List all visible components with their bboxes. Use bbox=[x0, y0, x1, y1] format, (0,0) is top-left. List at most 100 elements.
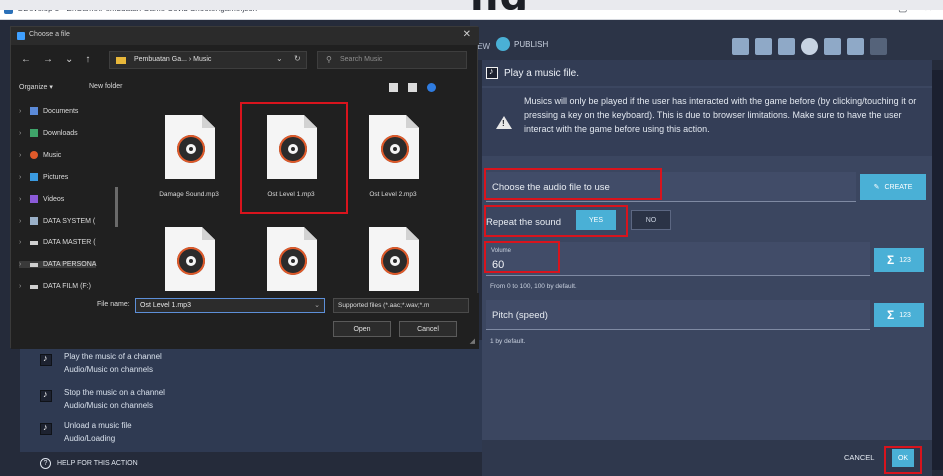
file-name: Damage Sound.mp3 bbox=[159, 191, 219, 198]
sidebar-item-data-persona[interactable]: › DATA PERSONA bbox=[19, 261, 97, 268]
pitch-hint: 1 by default. bbox=[490, 338, 526, 345]
sidebar-item-music[interactable]: › Music bbox=[19, 151, 61, 159]
volume-field[interactable]: Volume 60 bbox=[486, 242, 870, 276]
sidebar-item-videos[interactable]: › Videos bbox=[19, 195, 64, 203]
cancel-button[interactable]: CANCEL bbox=[844, 453, 874, 462]
volume-expression-button[interactable]: Σ 123 bbox=[874, 248, 924, 272]
resize-grip-icon[interactable]: ◢ bbox=[470, 337, 475, 345]
sidebar-item-data-system[interactable]: › DATA SYSTEM ( bbox=[19, 217, 95, 225]
file-name: Ost Level 1.mp3 bbox=[267, 191, 315, 198]
browser-limitation-warning: ! Musics will only be played if the user… bbox=[482, 88, 932, 156]
folder-icon bbox=[116, 57, 126, 64]
forward-icon[interactable]: → bbox=[43, 54, 53, 65]
cancel-file-button[interactable]: Cancel bbox=[399, 321, 457, 337]
create-label: CREATE bbox=[884, 183, 913, 191]
search-input[interactable]: ⚲ Search Music bbox=[317, 51, 467, 69]
file-type-value: Supported files (*.aac;*.wav;*.m bbox=[338, 302, 430, 309]
expression-label: 123 bbox=[899, 256, 911, 264]
list-item[interactable]: Unload a music file Audio/Loading bbox=[40, 419, 132, 445]
add-icon[interactable] bbox=[801, 38, 818, 55]
music-icon bbox=[486, 66, 498, 79]
publish-label: PUBLISH bbox=[514, 39, 549, 49]
action-footer: CANCEL OK bbox=[482, 440, 932, 476]
organize-button[interactable]: Organize ▾ bbox=[19, 83, 53, 91]
recent-locations-icon[interactable]: ⌄ bbox=[65, 54, 73, 65]
object-groups-icon[interactable] bbox=[755, 38, 772, 55]
new-folder-button[interactable]: New folder bbox=[89, 83, 122, 90]
help-icon[interactable] bbox=[427, 83, 436, 92]
editor-scrollbar[interactable] bbox=[931, 70, 943, 470]
file-item[interactable] bbox=[243, 223, 339, 293]
list-item-category: Audio/Loading bbox=[64, 434, 116, 443]
audio-file-field[interactable]: Choose the audio file to use bbox=[486, 172, 856, 202]
videos-icon bbox=[30, 195, 38, 203]
list-item[interactable]: Play the music of a channel Audio/Music … bbox=[40, 350, 162, 376]
file-type-select[interactable]: Supported files (*.aac;*.wav;*.m bbox=[333, 298, 469, 313]
sidebar-item-data-film[interactable]: › DATA FILM (F:) bbox=[19, 283, 91, 290]
file-item[interactable]: Ost Level 2.mp3 bbox=[345, 111, 441, 211]
address-bar[interactable]: Pembuatan Ga... › Music ⌄ ↻ bbox=[109, 51, 307, 69]
file-item[interactable] bbox=[141, 223, 237, 293]
view-options-icon[interactable] bbox=[389, 83, 398, 92]
music-icon bbox=[40, 422, 52, 435]
search-icon: ⚲ bbox=[326, 55, 332, 64]
up-icon[interactable]: ↑ bbox=[85, 54, 90, 65]
sidebar-item-downloads[interactable]: › Downloads bbox=[19, 129, 78, 137]
file-dialog-commandbar: Organize ▾ New folder bbox=[11, 77, 479, 99]
file-chooser-dialog: Choose a file ✕ ← → ⌄ ↑ Pembuatan Ga... … bbox=[10, 26, 479, 349]
expression-label: 123 bbox=[899, 311, 911, 319]
breadcrumb[interactable]: Pembuatan Ga... › Music bbox=[134, 56, 211, 63]
sidebar-scrollbar[interactable] bbox=[115, 187, 118, 227]
close-icon[interactable]: ✕ bbox=[463, 29, 471, 40]
list-item-title: Play the music of a channel bbox=[64, 352, 162, 361]
refresh-icon[interactable]: ↻ bbox=[294, 54, 301, 63]
ok-button[interactable]: OK bbox=[892, 449, 914, 467]
file-item[interactable]: Damage Sound.mp3 bbox=[141, 111, 237, 211]
open-button[interactable]: Open bbox=[333, 321, 391, 337]
pitch-field[interactable]: Pitch (speed) bbox=[486, 300, 870, 330]
volume-label: Volume bbox=[491, 248, 512, 254]
create-audio-button[interactable]: ✎ CREATE bbox=[860, 174, 926, 200]
list-item[interactable]: Stop the music on a channel Audio/Music … bbox=[40, 386, 165, 412]
file-name-label: File name: bbox=[97, 301, 130, 308]
help-label: HELP FOR THIS ACTION bbox=[57, 460, 138, 467]
sidebar-item-documents[interactable]: › Documents bbox=[19, 107, 78, 115]
redo-icon[interactable] bbox=[870, 38, 887, 55]
file-dialog-title: Choose a file bbox=[29, 31, 70, 38]
pictures-icon bbox=[30, 173, 38, 181]
pitch-expression-button[interactable]: Σ 123 bbox=[874, 303, 924, 327]
file-dialog-navbar: ← → ⌄ ↑ Pembuatan Ga... › Music ⌄ ↻ ⚲ Se… bbox=[11, 47, 479, 73]
chevron-down-icon[interactable]: ⌄ bbox=[314, 301, 320, 309]
downloads-icon bbox=[30, 129, 38, 137]
sidebar-item-pictures[interactable]: › Pictures bbox=[19, 173, 68, 181]
publish-icon bbox=[496, 37, 510, 51]
chevron-down-icon[interactable]: ⌄ bbox=[276, 54, 283, 63]
sidebar-item-data-master[interactable]: › DATA MASTER ( bbox=[19, 239, 96, 246]
file-name-input[interactable]: Ost Level 1.mp3 ⌄ bbox=[135, 298, 325, 313]
properties-icon[interactable] bbox=[778, 38, 795, 55]
repeat-yes-button[interactable]: YES bbox=[576, 210, 616, 230]
toolbar-icons bbox=[732, 38, 887, 55]
repeat-no-button[interactable]: NO bbox=[631, 210, 671, 230]
warning-text: Musics will only be played if the user h… bbox=[524, 96, 917, 134]
help-for-action-link[interactable]: ? HELP FOR THIS ACTION bbox=[40, 458, 138, 469]
file-name: Ost Level 2.mp3 bbox=[369, 191, 417, 198]
drive-icon bbox=[30, 217, 38, 225]
audio-file-label: Choose the audio file to use bbox=[492, 182, 610, 193]
search-placeholder: Search Music bbox=[340, 56, 383, 63]
file-item[interactable]: Ost Level 1.mp3 bbox=[243, 111, 339, 211]
documents-icon bbox=[30, 107, 38, 115]
publish-button[interactable]: PUBLISH bbox=[496, 37, 548, 51]
music-icon bbox=[40, 353, 52, 366]
preview-pane-icon[interactable] bbox=[408, 83, 417, 92]
drive-icon bbox=[30, 262, 38, 267]
back-icon[interactable]: ← bbox=[21, 54, 31, 65]
layers-icon[interactable] bbox=[824, 38, 841, 55]
file-dialog-titlebar: Choose a file ✕ bbox=[11, 27, 479, 45]
objects-icon[interactable] bbox=[732, 38, 749, 55]
action-editor-dialog: Play a music file. ! Musics will only be… bbox=[482, 60, 932, 476]
file-dialog-footer: File name: Ost Level 1.mp3 ⌄ Supported f… bbox=[11, 293, 479, 349]
file-item[interactable] bbox=[345, 223, 441, 293]
undo-icon[interactable] bbox=[847, 38, 864, 55]
list-item-title: Stop the music on a channel bbox=[64, 388, 165, 397]
